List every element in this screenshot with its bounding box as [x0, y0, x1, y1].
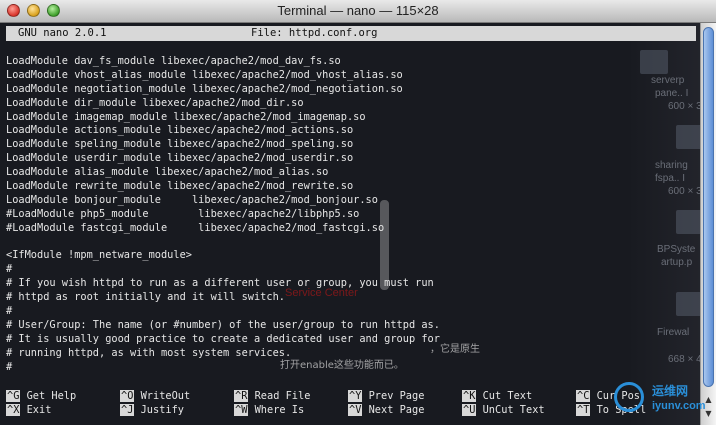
text-line[interactable]: LoadModule negotiation_module libexec/ap… [6, 83, 618, 97]
nano-filename: File: httpd.conf.org [251, 27, 378, 39]
text-line[interactable]: # [6, 263, 618, 277]
text-line[interactable]: # User/Group: The name (or #number) of t… [6, 319, 618, 333]
nano-header-bar: GNU nano 2.0.1 File: httpd.conf.org [6, 26, 696, 41]
shortcut-read-file[interactable]: ^R Read File [234, 390, 310, 404]
shortcut-next-page[interactable]: ^V Next Page [348, 404, 424, 418]
desktop-item-size: 668 × 4 [668, 354, 702, 365]
text-line[interactable]: LoadModule rewrite_module libexec/apache… [6, 180, 618, 194]
text-line[interactable]: #LoadModule fastcgi_module libexec/apach… [6, 222, 618, 236]
shortcut-get-help[interactable]: ^G Get Help [6, 390, 76, 404]
shortcut-uncut-text[interactable]: ^U UnCut Text [462, 404, 545, 418]
text-line[interactable]: LoadModule userdir_module libexec/apache… [6, 152, 618, 166]
text-line[interactable]: # [6, 305, 618, 319]
desktop-item-name: serverp [651, 75, 685, 86]
desktop-item-name: Firewal [657, 327, 690, 338]
text-line[interactable]: LoadModule speling_module libexec/apache… [6, 138, 618, 152]
text-line[interactable]: # [6, 361, 618, 375]
text-line[interactable] [6, 236, 618, 250]
shortcut-where-is[interactable]: ^W Where Is [234, 404, 304, 418]
text-line[interactable]: LoadModule imagemap_module libexec/apach… [6, 111, 618, 125]
desktop-item-size: 600 × 3 [668, 186, 702, 197]
text-line[interactable]: LoadModule alias_module libexec/apache2/… [6, 166, 618, 180]
desktop-item-name: BPSyste [657, 244, 696, 255]
text-line[interactable]: <IfModule !mpm_netware_module> [6, 249, 618, 263]
text-line[interactable]: # httpd as root initially and it will sw… [6, 291, 618, 305]
terminal-window: Terminal — nano — 115×28 serverp pane.. … [0, 0, 716, 425]
shortcut-prev-page[interactable]: ^Y Prev Page [348, 390, 424, 404]
shortcut-justify[interactable]: ^J Justify [120, 404, 184, 418]
text-line[interactable]: # running httpd, as with most system ser… [6, 347, 618, 361]
text-line[interactable]: LoadModule actions_module libexec/apache… [6, 124, 618, 138]
watermark-logo: 运维网 iyunv.com [612, 378, 712, 422]
text-line[interactable]: LoadModule dir_module libexec/apache2/mo… [6, 97, 618, 111]
vertical-scrollbar[interactable]: ▲ ▼ [700, 23, 716, 425]
text-line[interactable]: # If you wish httpd to run as a differen… [6, 277, 618, 291]
desktop-item-name: sharing [655, 160, 688, 171]
scrollbar-thumb[interactable] [703, 27, 714, 387]
desktop-item-sub: fspa.. I [655, 173, 686, 184]
desktop-item-sub: pane.. I [655, 88, 689, 99]
text-line[interactable]: #LoadModule php5_module libexec/apache2/… [6, 208, 618, 222]
nano-version: GNU nano 2.0.1 [18, 27, 107, 39]
desktop-file-icon [640, 50, 668, 74]
title-bar[interactable]: Terminal — nano — 115×28 [0, 0, 716, 23]
shortcut-writeout[interactable]: ^O WriteOut [120, 390, 190, 404]
text-line[interactable]: LoadModule vhost_alias_module libexec/ap… [6, 69, 618, 83]
shortcut-cut-text[interactable]: ^K Cut Text [462, 390, 532, 404]
watermark-text-bottom: iyunv.com [652, 400, 706, 412]
nano-shortcut-bar: ^G Get Help ^O WriteOut ^R Read File ^Y … [6, 390, 646, 420]
editor-text[interactable]: LoadModule dav_fs_module libexec/apache2… [6, 55, 618, 374]
text-line[interactable]: LoadModule bonjour_module libexec/apache… [6, 194, 618, 208]
desktop-item-size: 600 × 3 [668, 101, 702, 112]
window-title: Terminal — nano — 115×28 [277, 3, 439, 18]
watermark-text-top: 运维网 [652, 384, 689, 398]
text-line[interactable]: # It is usually good practice to create … [6, 333, 618, 347]
text-line[interactable]: LoadModule dav_fs_module libexec/apache2… [6, 55, 618, 69]
desktop-item-sub: artup.p [661, 257, 693, 268]
watermark-circle-icon [614, 382, 644, 412]
shortcut-exit[interactable]: ^X Exit [6, 404, 51, 418]
